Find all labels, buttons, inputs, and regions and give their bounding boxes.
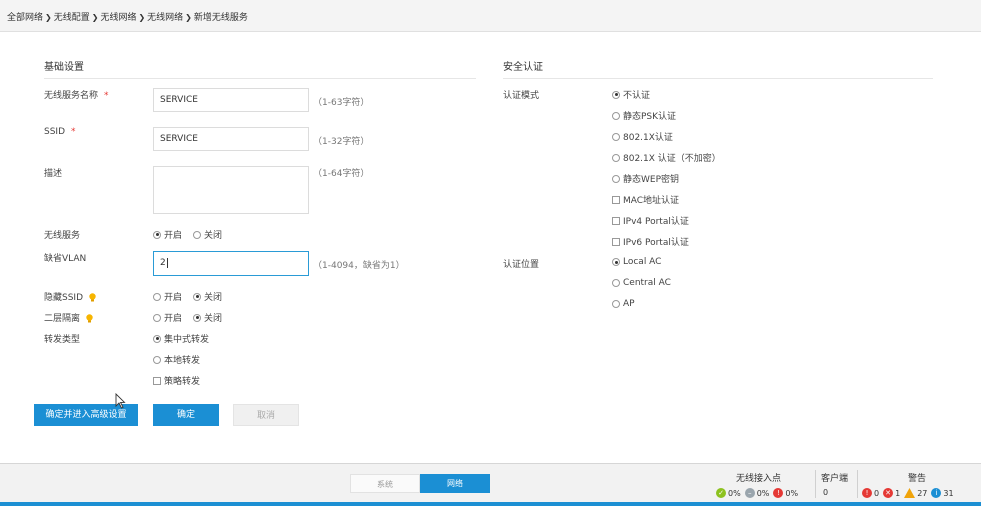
cancel-button[interactable]: 取消 — [233, 404, 299, 426]
radio-unchecked-icon — [612, 174, 620, 183]
auth-8021x-noencrypt-radio[interactable]: 802.1X 认证（不加密） — [612, 151, 721, 164]
basic-settings-title: 基础设置 — [44, 62, 84, 73]
hide-ssid-on-radio[interactable]: 开启 — [153, 290, 182, 303]
critical-alarm-icon: ! — [862, 488, 872, 498]
radio-unchecked-icon — [612, 132, 620, 141]
checkbox-unchecked-icon — [612, 237, 620, 246]
service-name-input[interactable]: SERVICE — [153, 88, 309, 112]
minus-circle-icon: – — [744, 488, 755, 498]
tab-system[interactable]: 系统 — [350, 474, 420, 493]
auth-static-wep-radio[interactable]: 静态WEP密钥 — [612, 172, 679, 185]
footer-divider — [815, 470, 816, 498]
chevron-right-icon: ❯ — [45, 13, 52, 22]
description-textarea[interactable] — [153, 166, 309, 214]
wireless-service-on-radio[interactable]: 开启 — [153, 228, 182, 241]
checkbox-unchecked-icon — [153, 376, 161, 385]
radio-unchecked-icon — [612, 111, 620, 120]
radio-checked-icon — [193, 292, 201, 301]
chevron-right-icon: ❯ — [185, 13, 192, 22]
default-vlan-label: 缺省VLAN — [44, 254, 87, 264]
description-label: 描述 — [44, 169, 63, 179]
client-count[interactable]: 0 — [823, 488, 828, 497]
breadcrumb-item-wireless-network[interactable]: 无线网络 — [100, 13, 136, 23]
breadcrumb: 全部网络 ❯ 无线配置 ❯ 无线网络 ❯ 无线网络 ❯ 新增无线服务 — [0, 0, 981, 32]
l2-isolation-label: 二层隔离 — [44, 311, 93, 324]
required-mark: * — [104, 91, 109, 101]
chevron-right-icon: ❯ — [91, 13, 99, 22]
tab-network[interactable]: 网络 — [420, 474, 490, 493]
security-auth-title: 安全认证 — [503, 62, 543, 73]
radio-unchecked-icon — [153, 313, 161, 322]
radio-unchecked-icon — [612, 300, 620, 308]
auth-static-psk-radio[interactable]: 静态PSK认证 — [612, 109, 676, 122]
auth-mac-checkbox[interactable]: MAC地址认证 — [612, 193, 679, 206]
default-vlan-hint: （1-4094，缺省为1） — [313, 261, 405, 271]
forward-policy-checkbox[interactable]: 策略转发 — [153, 374, 200, 387]
radio-checked-icon — [153, 334, 161, 343]
radio-unchecked-icon — [153, 292, 161, 301]
client-stats-title: 客户端 — [821, 474, 849, 484]
radio-unchecked-icon — [193, 230, 201, 239]
check-circle-icon: ✓ — [716, 488, 726, 498]
auth-location-label: 认证位置 — [503, 260, 540, 270]
wireless-service-off-radio[interactable]: 关闭 — [193, 228, 222, 241]
required-mark: * — [71, 127, 76, 137]
warning-triangle-icon — [904, 488, 916, 498]
forward-type-label: 转发类型 — [44, 335, 81, 345]
radio-checked-icon — [612, 90, 620, 99]
alarm-stats-title: 警告 — [908, 474, 927, 484]
ap-stats-title: 无线接入点 — [736, 474, 782, 484]
radio-checked-icon — [612, 258, 620, 266]
breadcrumb-item-wireless-config[interactable]: 无线配置 — [54, 13, 90, 23]
error-circle-icon: ! — [773, 488, 784, 498]
chevron-right-icon: ❯ — [138, 13, 146, 22]
auth-location-central-ac-radio[interactable]: Central AC — [612, 278, 671, 288]
auth-ipv6-portal-checkbox[interactable]: IPv6 Portal认证 — [612, 235, 689, 248]
alarm-stats-row[interactable]: ! 0 ✕ 1 27 i 31 — [858, 488, 954, 498]
hide-ssid-off-radio[interactable]: 关闭 — [193, 290, 222, 303]
major-alarm-icon: ✕ — [883, 488, 894, 498]
lightbulb-icon[interactable] — [89, 293, 96, 302]
auth-8021x-radio[interactable]: 802.1X认证 — [612, 130, 673, 143]
l2-isolation-off-radio[interactable]: 关闭 — [193, 311, 222, 324]
auth-none-radio[interactable]: 不认证 — [612, 88, 650, 101]
radio-unchecked-icon — [612, 279, 620, 287]
ok-button[interactable]: 确定 — [153, 404, 219, 426]
lightbulb-icon[interactable] — [86, 314, 93, 323]
info-circle-icon: i — [931, 488, 942, 498]
security-divider — [503, 78, 933, 79]
text-caret — [166, 258, 168, 268]
radio-unchecked-icon — [612, 153, 620, 162]
radio-unchecked-icon — [153, 355, 161, 364]
auth-mode-label: 认证模式 — [503, 91, 540, 101]
basic-settings-divider — [44, 78, 476, 79]
auth-ipv4-portal-checkbox[interactable]: IPv4 Portal认证 — [612, 214, 689, 227]
mouse-cursor-icon — [115, 393, 126, 409]
ap-stats-row[interactable]: ✓ 0% –0% ! 0% — [712, 488, 798, 498]
wireless-service-label: 无线服务 — [44, 231, 81, 241]
description-hint: （1-64字符） — [313, 169, 370, 179]
ssid-input[interactable]: SERVICE — [153, 127, 309, 151]
auth-location-ap-radio[interactable]: AP — [612, 299, 635, 309]
radio-checked-icon — [153, 230, 161, 239]
default-vlan-input[interactable]: 2 — [153, 251, 309, 276]
ssid-hint: （1-32字符） — [313, 137, 370, 147]
service-name-hint: （1-63字符） — [313, 98, 370, 108]
forward-central-radio[interactable]: 集中式转发 — [153, 332, 209, 345]
status-footer: 系统 网络 无线接入点 ✓ 0% –0% ! 0% 客户端 0 警告 ! 0 ✕ 1 2… — [0, 463, 981, 506]
radio-checked-icon — [193, 313, 201, 322]
breadcrumb-item-wireless-network-2[interactable]: 无线网络 — [147, 13, 183, 23]
footer-accent-strip — [0, 502, 981, 506]
checkbox-unchecked-icon — [612, 195, 620, 204]
forward-local-radio[interactable]: 本地转发 — [153, 353, 200, 366]
ssid-label: SSID * — [44, 127, 76, 137]
auth-location-local-ac-radio[interactable]: Local AC — [612, 257, 661, 267]
breadcrumb-item-all-networks[interactable]: 全部网络 — [7, 13, 43, 23]
checkbox-unchecked-icon — [612, 216, 620, 225]
service-name-label: 无线服务名称 * — [44, 91, 109, 101]
l2-isolation-on-radio[interactable]: 开启 — [153, 311, 182, 324]
hide-ssid-label: 隐藏SSID — [44, 290, 96, 303]
breadcrumb-item-new-service: 新增无线服务 — [193, 13, 248, 23]
